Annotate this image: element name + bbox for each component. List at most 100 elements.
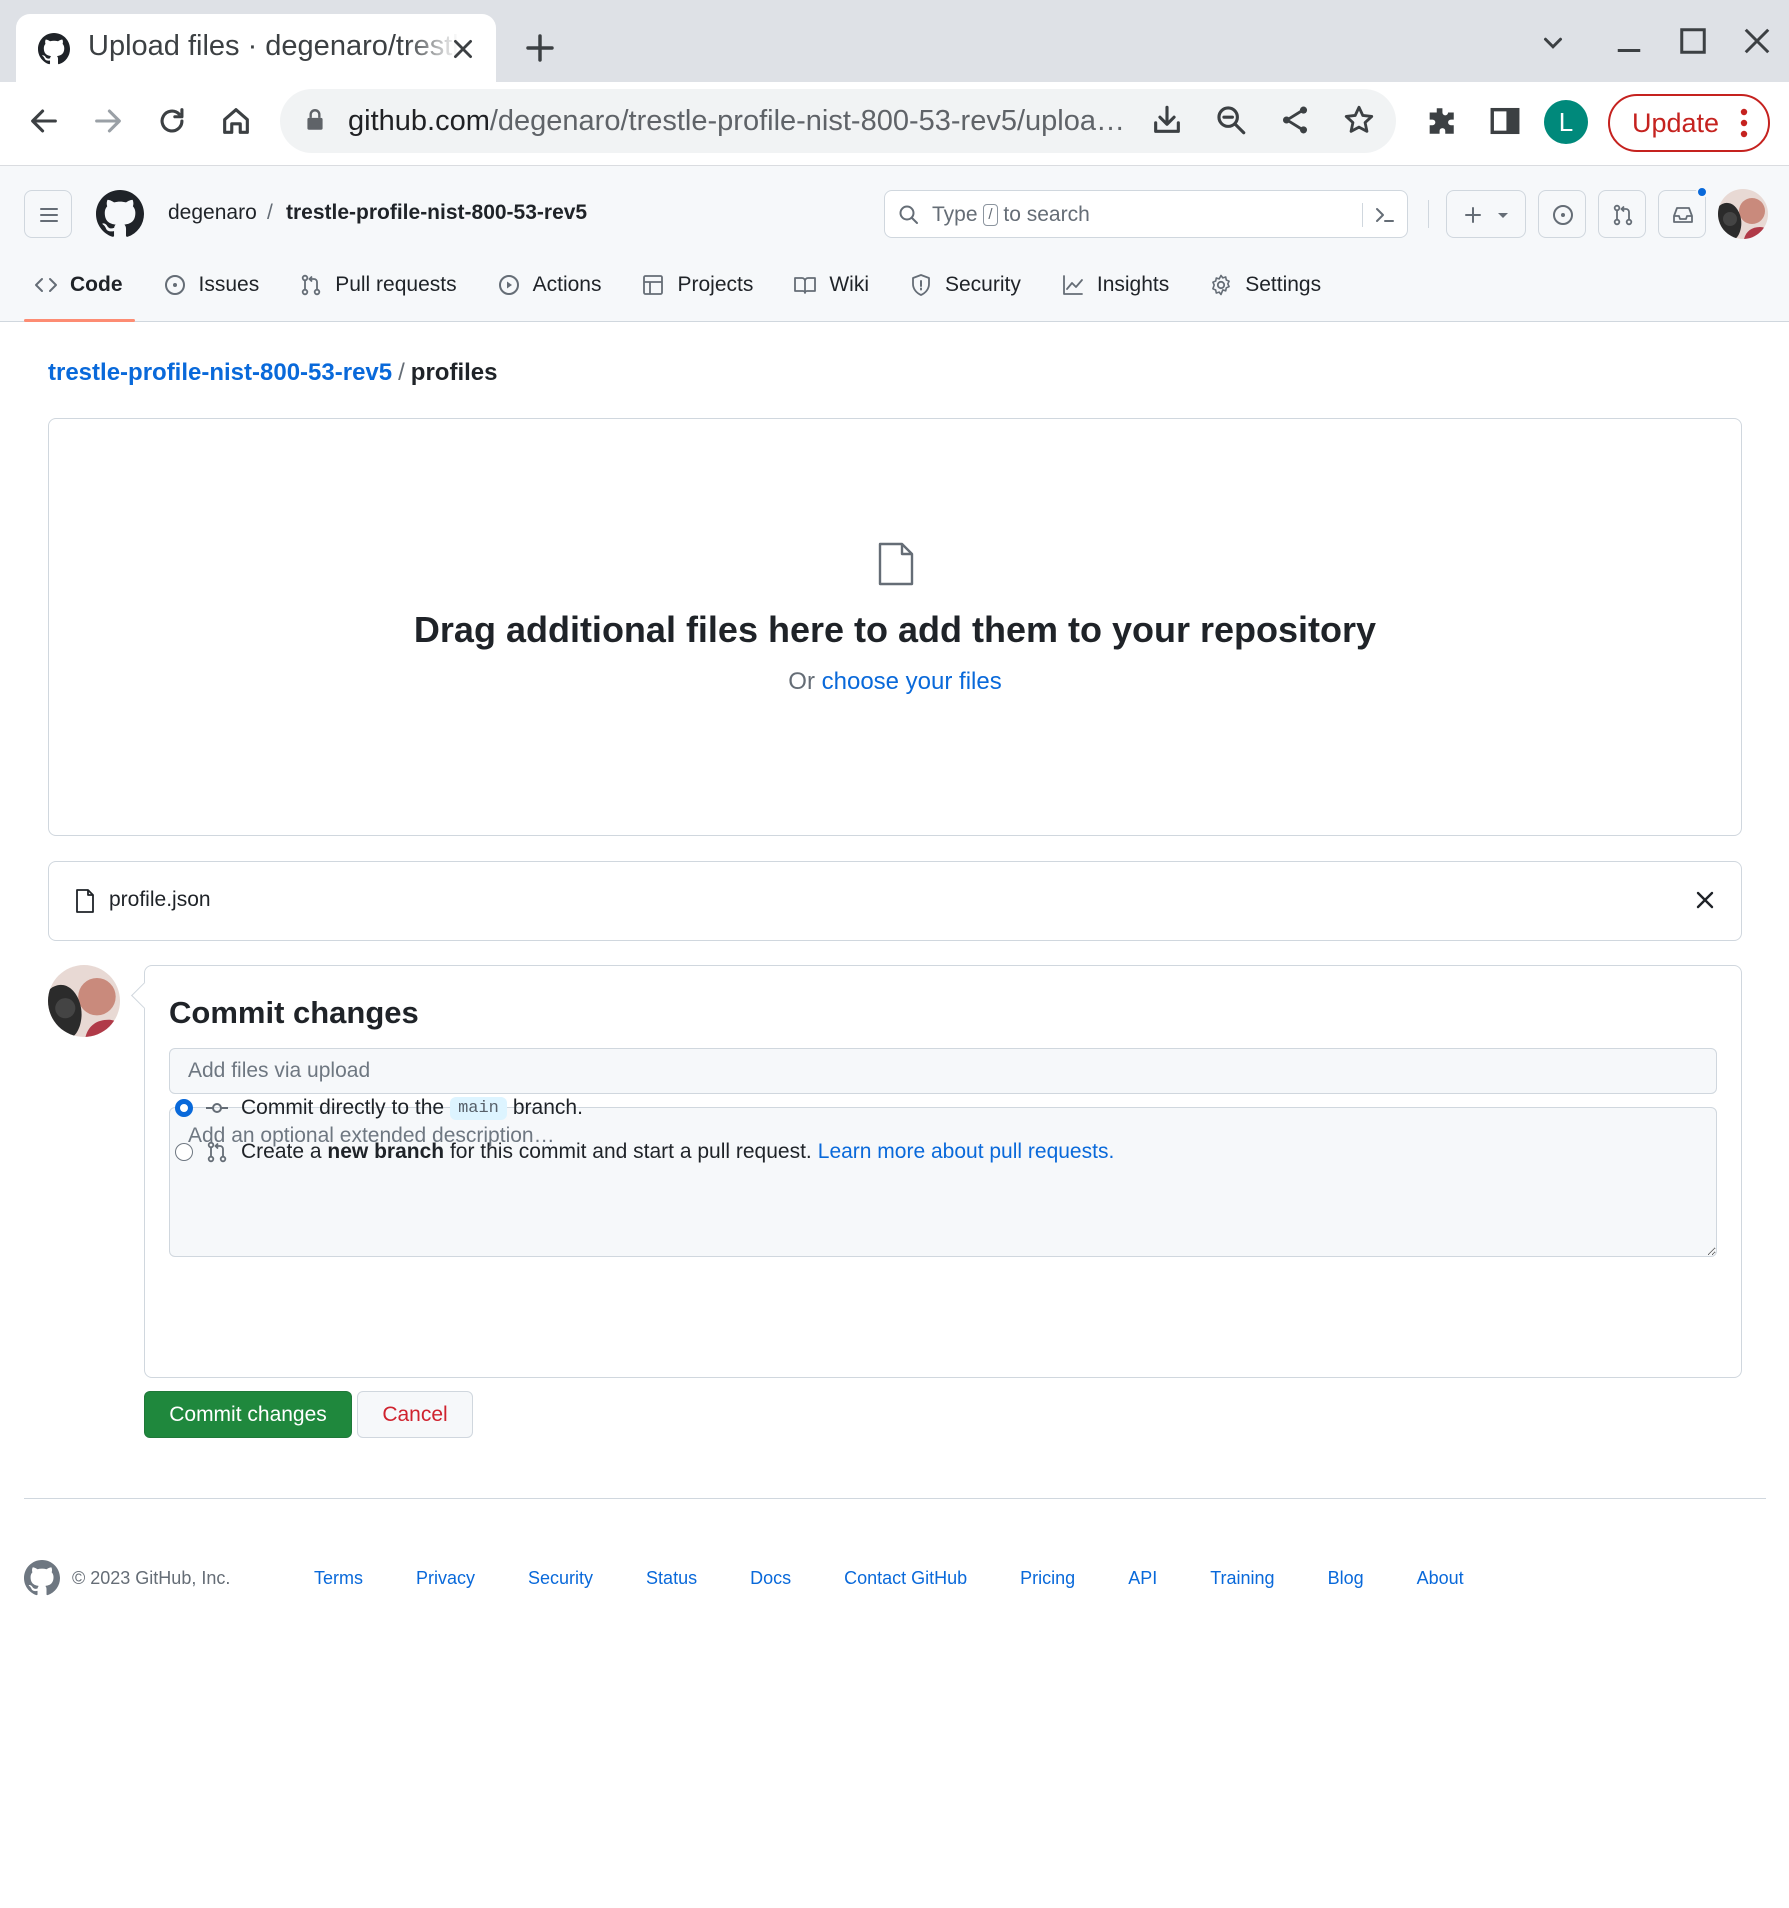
breadcrumb-folder: profiles	[410, 359, 498, 386]
dropzone-subtitle: Or choose your files	[788, 668, 1002, 695]
file-icon	[878, 542, 914, 586]
close-tab-icon[interactable]	[450, 36, 476, 62]
footer-divider	[24, 1498, 1766, 1499]
play-icon	[498, 275, 519, 295]
tab-pull-requests[interactable]: Pull requests	[289, 262, 468, 308]
user-avatar[interactable]	[1718, 189, 1768, 239]
git-pull-request-icon	[1613, 204, 1633, 226]
new-tab-icon[interactable]	[524, 32, 556, 64]
search-input[interactable]: Type / to search	[884, 190, 1408, 238]
search-icon	[899, 205, 918, 224]
learn-more-pull-requests-link[interactable]: Learn more about pull requests.	[818, 1140, 1115, 1164]
tab-insights[interactable]: Insights	[1051, 262, 1181, 308]
breadcrumb-repo-link[interactable]: trestle-profile-nist-800-53-rev5	[48, 359, 392, 386]
repo-nav: Code Issues Pull requests Actions Projec…	[24, 262, 1351, 322]
footer-link-security[interactable]: Security	[528, 1568, 593, 1589]
cancel-button[interactable]: Cancel	[357, 1391, 473, 1438]
footer-link-training[interactable]: Training	[1210, 1568, 1274, 1589]
commit-direct-radio[interactable]	[175, 1099, 193, 1117]
menu-button[interactable]	[24, 190, 72, 238]
side-panel-icon[interactable]	[1488, 104, 1522, 138]
tab-wiki[interactable]: Wiki	[783, 262, 881, 308]
share-icon[interactable]	[1278, 103, 1312, 137]
tab-actions[interactable]: Actions	[487, 262, 614, 308]
github-logo-icon[interactable]	[96, 190, 144, 238]
breadcrumb-separator: /	[398, 359, 405, 386]
pull-request-icon	[302, 274, 321, 296]
bookmark-star-icon[interactable]	[1342, 103, 1376, 137]
tab-search-chevron-icon[interactable]	[1538, 28, 1568, 58]
install-app-icon[interactable]	[1150, 103, 1184, 137]
browser-tab[interactable]: Upload files · degenaro/trestle-profile-…	[16, 14, 496, 82]
footer-link-blog[interactable]: Blog	[1328, 1568, 1364, 1589]
maximize-icon[interactable]	[1678, 26, 1708, 56]
browser-toolbar: github.com/degenaro/trestle-profile-nist…	[0, 82, 1789, 166]
plus-icon	[1465, 207, 1481, 223]
lock-icon[interactable]	[302, 107, 328, 133]
commit-changes-button[interactable]: Commit changes	[144, 1391, 352, 1438]
minimize-icon[interactable]	[1614, 28, 1644, 58]
footer-link-privacy[interactable]: Privacy	[416, 1568, 475, 1589]
commit-title: Commit changes	[169, 995, 419, 1030]
caret-down-icon	[1498, 213, 1508, 218]
github-logo-icon[interactable]	[24, 1560, 60, 1596]
tab-security[interactable]: Security	[899, 262, 1033, 308]
url-text[interactable]: github.com/degenaro/trestle-profile-nist…	[348, 105, 1128, 138]
browser-tabstrip: Upload files · degenaro/trestle-profile-…	[0, 0, 1789, 82]
footer-link-contact[interactable]: Contact GitHub	[844, 1568, 967, 1589]
branch-name-badge: main	[450, 1096, 507, 1120]
repo-link[interactable]: trestle-profile-nist-800-53-rev5	[286, 201, 587, 225]
window-close-icon[interactable]	[1742, 26, 1772, 56]
footer-link-about[interactable]: About	[1417, 1568, 1464, 1589]
extensions-puzzle-icon[interactable]	[1424, 104, 1458, 138]
graph-icon	[1062, 275, 1083, 295]
back-icon[interactable]	[27, 104, 61, 138]
browser-profile-avatar[interactable]: L	[1544, 100, 1588, 144]
footer-link-docs[interactable]: Docs	[750, 1568, 791, 1589]
footer-link-api[interactable]: API	[1128, 1568, 1157, 1589]
tab-issues[interactable]: Issues	[153, 262, 272, 308]
commit-form: Commit changes Commit directly to themai…	[144, 965, 1742, 1378]
commit-description-textarea[interactable]	[169, 1107, 1717, 1257]
github-favicon-icon	[38, 33, 70, 65]
file-dropzone[interactable]: Drag additional files here to add them t…	[48, 418, 1742, 836]
commit-author-avatar	[48, 965, 120, 1037]
pull-requests-button[interactable]	[1598, 190, 1646, 238]
footer-copyright: © 2023 GitHub, Inc.	[72, 1568, 231, 1588]
zoom-icon[interactable]	[1214, 103, 1248, 137]
search-divider	[1362, 203, 1363, 227]
tab-title: Upload files · degenaro/trestle-profile-…	[88, 30, 458, 62]
footer-links: Terms Privacy Security Status Docs Conta…	[314, 1568, 1517, 1589]
browser-update-button[interactable]: Update	[1608, 94, 1770, 152]
choose-files-link[interactable]: choose your files	[822, 668, 1002, 695]
tab-projects[interactable]: Projects	[631, 262, 765, 308]
commit-new-branch-radio[interactable]	[175, 1143, 193, 1161]
remove-file-icon[interactable]	[1695, 890, 1715, 910]
create-new-button[interactable]	[1446, 190, 1526, 238]
commit-direct-option[interactable]: Commit directly to the main branch.	[175, 1096, 583, 1120]
issue-opened-icon	[1553, 205, 1573, 225]
issues-button[interactable]	[1538, 190, 1586, 238]
git-pull-request-icon	[207, 1141, 227, 1163]
command-palette-icon[interactable]	[1373, 203, 1397, 227]
table-icon	[643, 275, 664, 295]
uploaded-file-name: profile.json	[109, 888, 211, 911]
address-bar[interactable]: github.com/degenaro/trestle-profile-nist…	[280, 89, 1396, 153]
avatar-photo-icon	[1718, 189, 1768, 239]
notification-dot	[1696, 186, 1708, 198]
commit-summary-input[interactable]	[169, 1048, 1717, 1094]
home-icon[interactable]	[219, 104, 253, 138]
commit-new-branch-option[interactable]: Create a new branch for this commit and …	[175, 1140, 1114, 1164]
owner-link[interactable]: degenaro	[168, 201, 257, 225]
inbox-icon	[1673, 207, 1693, 223]
header-divider	[1428, 200, 1429, 228]
tab-code[interactable]: Code	[24, 262, 135, 322]
reload-icon[interactable]	[155, 104, 189, 138]
forward-icon[interactable]	[91, 104, 125, 138]
tab-settings[interactable]: Settings	[1199, 262, 1333, 308]
footer-link-pricing[interactable]: Pricing	[1020, 1568, 1075, 1589]
footer-link-status[interactable]: Status	[646, 1568, 697, 1589]
footer-link-terms[interactable]: Terms	[314, 1568, 363, 1589]
breadcrumb: trestle-profile-nist-800-53-rev5/profile…	[48, 359, 497, 387]
github-header: degenaro / trestle-profile-nist-800-53-r…	[0, 166, 1789, 322]
